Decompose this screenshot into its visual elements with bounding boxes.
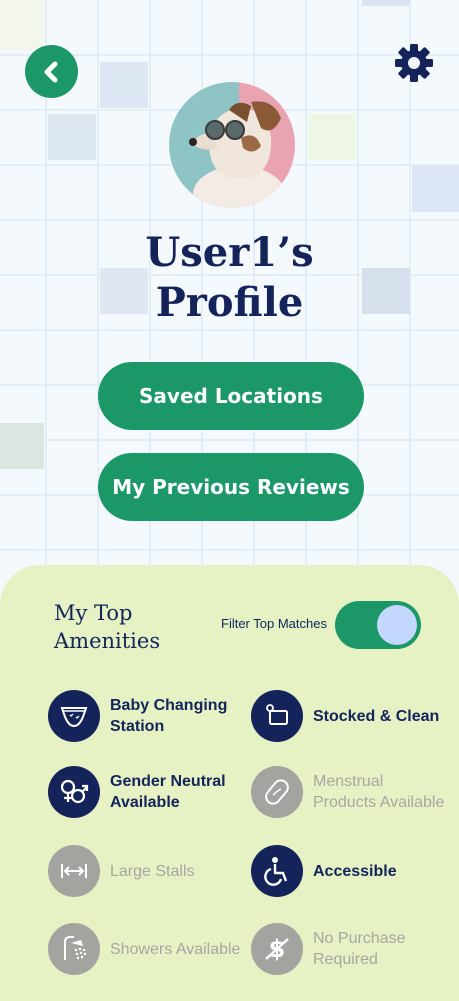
- gender-symbol-icon: [48, 766, 100, 818]
- no-dollar-icon: $: [251, 923, 303, 975]
- page-title-line2: Profile: [155, 279, 304, 326]
- filter-label: Filter Top Matches: [221, 616, 327, 631]
- amenity-accessible[interactable]: Accessible: [251, 845, 448, 897]
- amenity-large-stalls[interactable]: Large Stalls: [48, 845, 245, 897]
- amenity-label: Accessible: [313, 862, 397, 880]
- wheelchair-icon: [251, 845, 303, 897]
- previous-reviews-button[interactable]: My Previous Reviews: [98, 453, 364, 521]
- amenity-label: Stocked & Clean: [313, 707, 440, 725]
- amenity-showers[interactable]: Showers Available: [48, 923, 245, 975]
- pad-icon: [251, 766, 303, 818]
- page-title-line1: User1’s: [145, 229, 314, 276]
- toggle-knob: [377, 605, 417, 645]
- amenity-label: Baby Changing Station: [110, 697, 228, 735]
- amenities-title: My Top Amenities: [54, 601, 161, 653]
- amenities-panel: My Top Amenities Filter Top Matches Baby…: [0, 565, 459, 1001]
- amenity-gender-neutral[interactable]: Gender Neutral Available: [48, 766, 245, 818]
- amenity-label: Large Stalls: [110, 862, 195, 880]
- amenity-menstrual-products[interactable]: Menstrual Products Available: [251, 766, 448, 818]
- amenity-baby-changing[interactable]: Baby Changing Station: [48, 690, 245, 742]
- amenity-label: Menstrual Products Available: [313, 773, 445, 811]
- settings-button[interactable]: [394, 43, 434, 83]
- amenity-no-purchase[interactable]: $ No Purchase Required: [251, 923, 448, 975]
- amenity-label: Gender Neutral Available: [110, 773, 226, 811]
- amenity-label: No Purchase Required: [313, 930, 406, 968]
- avatar: [169, 82, 295, 208]
- saved-locations-button[interactable]: Saved Locations: [98, 362, 364, 430]
- dog-avatar-image: [169, 82, 295, 208]
- amenity-label: Showers Available: [110, 940, 241, 958]
- page-title: User1’s Profile: [0, 228, 459, 328]
- width-arrows-icon: [48, 845, 100, 897]
- back-button[interactable]: [25, 45, 78, 98]
- gear-icon: [395, 44, 433, 82]
- shower-icon: [48, 923, 100, 975]
- filter-toggle[interactable]: [335, 601, 421, 649]
- chevron-left-icon: [44, 61, 57, 82]
- diaper-icon: [48, 690, 100, 742]
- amenity-stocked-clean[interactable]: Stocked & Clean: [251, 690, 448, 742]
- paper-towel-icon: [251, 690, 303, 742]
